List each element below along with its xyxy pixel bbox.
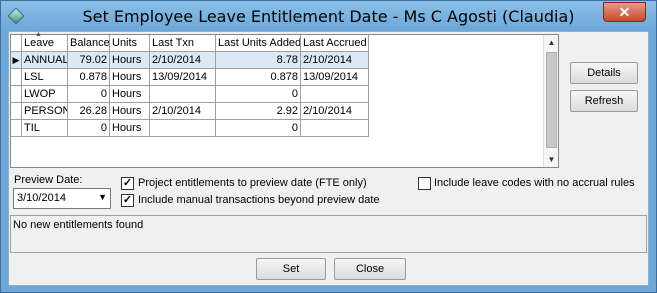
cell-balance: 26.28 bbox=[68, 103, 110, 120]
project-entitlements-checkbox[interactable]: ✓ bbox=[121, 177, 134, 190]
grid-vertical-scrollbar[interactable]: ▲ ▼ bbox=[543, 35, 558, 167]
scroll-up-icon[interactable]: ▲ bbox=[544, 35, 559, 50]
cell-last-accrued: 13/09/2014 bbox=[301, 69, 369, 86]
cell-leave: ANNUAL bbox=[22, 52, 68, 69]
include-no-accrual-checkbox[interactable] bbox=[418, 177, 431, 190]
column-header-balance[interactable]: Balance bbox=[68, 35, 110, 52]
close-button[interactable]: Close bbox=[334, 258, 406, 280]
column-header-units[interactable]: Units bbox=[110, 35, 150, 52]
close-window-button[interactable]: ✕ bbox=[603, 2, 646, 22]
row-indicator bbox=[11, 69, 22, 86]
preview-date-select[interactable]: 3/10/2014 ▼ bbox=[13, 188, 111, 209]
column-header-last-units-added[interactable]: Last Units Added bbox=[216, 35, 301, 52]
cell-last-accrued: 2/10/2014 bbox=[301, 103, 369, 120]
cell-leave: TIL bbox=[22, 120, 68, 137]
details-button[interactable]: Details bbox=[570, 62, 638, 84]
cell-balance: 0 bbox=[68, 120, 110, 137]
include-manual-label: Include manual transactions beyond previ… bbox=[138, 194, 380, 206]
cell-units: Hours bbox=[110, 120, 150, 137]
cell-last-txn bbox=[150, 120, 216, 137]
cell-balance: 0.878 bbox=[68, 69, 110, 86]
project-entitlements-label: Project entitlements to preview date (FT… bbox=[138, 177, 367, 189]
column-header-last-txn[interactable]: Last Txn bbox=[150, 35, 216, 52]
status-panel: No new entitlements found bbox=[10, 215, 647, 253]
cell-last-txn: 2/10/2014 bbox=[150, 103, 216, 120]
row-indicator bbox=[11, 86, 22, 103]
sort-arrow-icon: ▲ bbox=[35, 31, 42, 38]
cell-balance: 0 bbox=[68, 86, 110, 103]
cell-leave: LWOP bbox=[22, 86, 68, 103]
cell-leave: LSL bbox=[22, 69, 68, 86]
title-bar[interactable]: Set Employee Leave Entitlement Date - Ms… bbox=[1, 1, 656, 31]
cell-balance: 79.02 bbox=[68, 52, 110, 69]
cell-units: Hours bbox=[110, 52, 150, 69]
scrollbar-thumb[interactable] bbox=[546, 52, 557, 148]
grid-corner bbox=[11, 35, 22, 52]
dialog-client: Leave Balance Units Last Txn Last Units Adde… bbox=[8, 31, 649, 286]
cell-last-accrued bbox=[301, 120, 369, 137]
row-indicator bbox=[11, 103, 22, 120]
cell-last-accrued bbox=[301, 86, 369, 103]
set-button[interactable]: Set bbox=[256, 258, 326, 280]
preview-date-value: 3/10/2014 bbox=[17, 192, 66, 204]
cell-last-units-added: 8.78 bbox=[216, 52, 301, 69]
status-message: No new entitlements found bbox=[13, 219, 144, 231]
row-pointer-icon: ▶ bbox=[11, 52, 22, 69]
cell-leave: PERSON bbox=[22, 103, 68, 120]
column-header-last-accrued[interactable]: Last Accrued bbox=[301, 35, 369, 52]
close-icon: ✕ bbox=[618, 4, 631, 20]
row-indicator bbox=[11, 120, 22, 137]
cell-units: Hours bbox=[110, 86, 150, 103]
cell-last-units-added: 2.92 bbox=[216, 103, 301, 120]
cell-last-txn: 2/10/2014 bbox=[150, 52, 216, 69]
cell-last-txn: 13/09/2014 bbox=[150, 69, 216, 86]
cell-units: Hours bbox=[110, 69, 150, 86]
scroll-down-icon[interactable]: ▼ bbox=[544, 152, 559, 167]
leave-grid[interactable]: Leave Balance Units Last Txn Last Units Adde… bbox=[10, 31, 559, 168]
window-title: Set Employee Leave Entitlement Date - Ms… bbox=[82, 7, 575, 26]
include-manual-checkbox[interactable]: ✓ bbox=[121, 194, 134, 207]
cell-last-units-added: 0 bbox=[216, 120, 301, 137]
cell-units: Hours bbox=[110, 103, 150, 120]
preview-date-label: Preview Date: bbox=[14, 174, 83, 186]
cell-last-txn bbox=[150, 86, 216, 103]
cell-last-units-added: 0 bbox=[216, 86, 301, 103]
cell-last-units-added: 0.878 bbox=[216, 69, 301, 86]
chevron-down-icon[interactable]: ▼ bbox=[98, 192, 107, 202]
column-header-leave[interactable]: Leave bbox=[22, 35, 68, 52]
include-no-accrual-label: Include leave codes with no accrual rule… bbox=[434, 177, 635, 189]
cell-last-accrued: 2/10/2014 bbox=[301, 52, 369, 69]
refresh-button[interactable]: Refresh bbox=[570, 90, 638, 112]
dialog-window: Set Employee Leave Entitlement Date - Ms… bbox=[0, 0, 657, 293]
